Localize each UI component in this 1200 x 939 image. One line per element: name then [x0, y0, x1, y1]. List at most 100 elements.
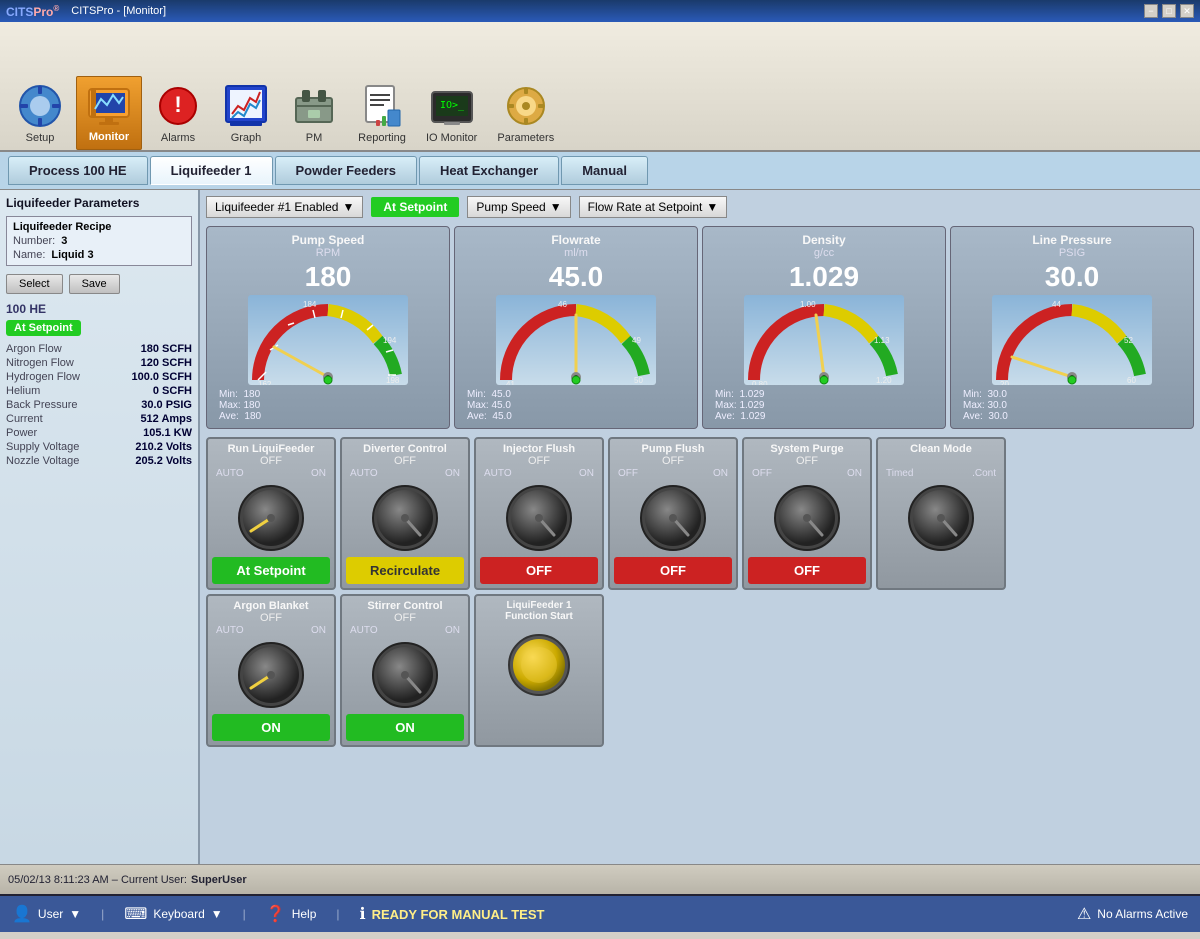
pump-flush-knob[interactable]: [614, 483, 732, 553]
pump-flush-status-btn[interactable]: OFF: [614, 557, 732, 584]
injector-flush-state: OFF: [480, 455, 598, 467]
toolbar-item-reporting[interactable]: Reporting: [350, 78, 414, 150]
recipe-buttons: Select Save: [6, 274, 192, 294]
toolbar-item-pm[interactable]: PM: [282, 78, 346, 150]
argon-blanket-knob[interactable]: [212, 640, 330, 710]
tab-manual[interactable]: Manual: [561, 156, 648, 185]
toolbar-item-setup[interactable]: Setup: [8, 78, 72, 150]
params-list: Argon Flow180 SCFH Nitrogen Flow120 SCFH…: [6, 342, 192, 468]
toolbar-item-io-monitor[interactable]: IO>_ IO Monitor: [418, 78, 485, 150]
system-purge-state: OFF: [748, 455, 866, 467]
tab-process[interactable]: Process 100 HE: [8, 156, 148, 185]
reporting-icon: [358, 82, 406, 130]
line-pressure-dial: 20 44 52 60: [955, 295, 1189, 385]
main-content: Liquifeeder Parameters Liquifeeder Recip…: [0, 190, 1200, 864]
stirrer-state: OFF: [346, 612, 464, 624]
clean-mode-knob[interactable]: [882, 483, 1000, 553]
stirrer-status-btn[interactable]: ON: [346, 714, 464, 741]
density-gauge: Density g/cc 1.029 0.80: [702, 226, 946, 429]
run-liquifeeder-status-btn[interactable]: At Setpoint: [212, 557, 330, 584]
diverter-title: Diverter Control: [346, 443, 464, 455]
argon-blanket-status-btn[interactable]: ON: [212, 714, 330, 741]
tab-powder-feeders[interactable]: Powder Feeders: [275, 156, 417, 185]
stirrer-knob[interactable]: [346, 640, 464, 710]
flow-rate-dropdown[interactable]: Flow Rate at Setpoint ▼: [579, 196, 728, 218]
argon-blanket-control: Argon Blanket OFF AUTOON ON: [206, 594, 336, 747]
stirrer-control: Stirrer Control OFF AUTOON ON: [340, 594, 470, 747]
nozzle-voltage-value: 205.2 Volts: [135, 455, 192, 467]
close-button[interactable]: ✕: [1180, 4, 1194, 18]
toolbar-item-graph[interactable]: Graph: [214, 78, 278, 150]
diverter-status-btn[interactable]: Recirculate: [346, 557, 464, 584]
flowrate-unit: ml/m: [459, 247, 693, 259]
footer-help[interactable]: ❓ Help: [266, 904, 317, 924]
feeder-dropdown-label: Liquifeeder #1 Enabled: [215, 200, 338, 214]
pump-speed-dropdown[interactable]: Pump Speed ▼: [467, 196, 570, 218]
title-bar-left: CITSPro® CITSPro - [Monitor]: [6, 4, 166, 19]
flowrate-value: 45.0: [459, 261, 693, 293]
pump-speed-label: Pump Speed: [476, 200, 545, 214]
system-purge-knob[interactable]: [748, 483, 866, 553]
title-bar-controls: − □ ✕: [1144, 4, 1194, 18]
current-value: 512 Amps: [140, 413, 192, 425]
recipe-title: Liquifeeder Recipe: [13, 221, 185, 233]
run-liquifeeder-title: Run LiquiFeeder: [212, 443, 330, 455]
alarms-label: Alarms: [161, 132, 195, 144]
left-panel-title: Liquifeeder Parameters: [6, 196, 192, 210]
line-pressure-stats: Min: 30.0 Max: 30.0 Ave: 30.0: [955, 387, 1189, 424]
pump-speed-arrow: ▼: [550, 200, 562, 214]
flow-rate-label: Flow Rate at Setpoint: [588, 200, 703, 214]
hydrogen-label: Hydrogen Flow: [6, 371, 80, 383]
hydrogen-value: 100.0 SCFH: [131, 371, 192, 383]
left-panel: Liquifeeder Parameters Liquifeeder Recip…: [0, 190, 200, 864]
run-liquifeeder-knob[interactable]: [212, 483, 330, 553]
feeder-dropdown[interactable]: Liquifeeder #1 Enabled ▼: [206, 196, 363, 218]
right-panel: Liquifeeder #1 Enabled ▼ At Setpoint Pum…: [200, 190, 1200, 864]
diverter-control: Diverter Control OFF AUTOON Recirculate: [340, 437, 470, 590]
tab-liquifeeder1[interactable]: Liquifeeder 1: [150, 156, 273, 185]
toolbar-item-parameters[interactable]: Parameters: [489, 78, 562, 150]
select-button[interactable]: Select: [6, 274, 63, 294]
footer-sep-3: |: [336, 907, 339, 921]
pump-flush-title: Pump Flush: [614, 443, 732, 455]
dropdown-row: Liquifeeder #1 Enabled ▼ At Setpoint Pum…: [206, 196, 1194, 218]
toolbar-item-monitor[interactable]: Monitor: [76, 76, 142, 150]
density-unit: g/cc: [707, 247, 941, 259]
nitrogen-value: 120 SCFH: [141, 357, 192, 369]
current-label: Current: [6, 413, 43, 425]
flowrate-stats: Min: 45.0 Max: 45.0 Ave: 45.0: [459, 387, 693, 424]
svg-text:162: 162: [258, 380, 272, 385]
pump-speed-unit: RPM: [211, 247, 445, 259]
system-purge-status-btn[interactable]: OFF: [748, 557, 866, 584]
argon-label: Argon Flow: [6, 343, 62, 355]
tabs-row: Process 100 HE Liquifeeder 1 Powder Feed…: [0, 152, 1200, 190]
feeder-dropdown-arrow: ▼: [342, 200, 354, 214]
pump-flush-state: OFF: [614, 455, 732, 467]
alarm-footer-icon: ⚠: [1077, 904, 1091, 924]
save-button[interactable]: Save: [69, 274, 120, 294]
supply-voltage-label: Supply Voltage: [6, 441, 79, 453]
footer-keyboard[interactable]: ⌨ Keyboard ▼: [124, 904, 222, 924]
toolbar-item-alarms[interactable]: ! Alarms: [146, 78, 210, 150]
tab-heat-exchanger[interactable]: Heat Exchanger: [419, 156, 559, 185]
back-pressure-value: 30.0 PSIG: [141, 399, 192, 411]
svg-text:52: 52: [1124, 336, 1133, 345]
line-pressure-gauge: Line Pressure PSIG 30.0 20: [950, 226, 1194, 429]
svg-text:184: 184: [303, 300, 317, 309]
footer-user[interactable]: 👤 User ▼: [12, 904, 81, 924]
user-icon: 👤: [12, 904, 32, 924]
pm-label: PM: [306, 132, 323, 144]
clean-mode-mode: Timed.Cont: [882, 468, 1000, 479]
user-label: User: [38, 907, 63, 921]
injector-flush-title: Injector Flush: [480, 443, 598, 455]
run-liquifeeder-control: Run LiquiFeeder OFF AUTOON: [206, 437, 336, 590]
liquifeeder-start-button[interactable]: [480, 630, 598, 700]
diverter-knob[interactable]: [346, 483, 464, 553]
controls-row-2: Argon Blanket OFF AUTOON ON: [206, 594, 1194, 747]
injector-flush-status-btn[interactable]: OFF: [480, 557, 598, 584]
injector-flush-knob[interactable]: [480, 483, 598, 553]
svg-text:46: 46: [558, 300, 567, 309]
line-pressure-value: 30.0: [955, 261, 1189, 293]
maximize-button[interactable]: □: [1162, 4, 1176, 18]
minimize-button[interactable]: −: [1144, 4, 1158, 18]
